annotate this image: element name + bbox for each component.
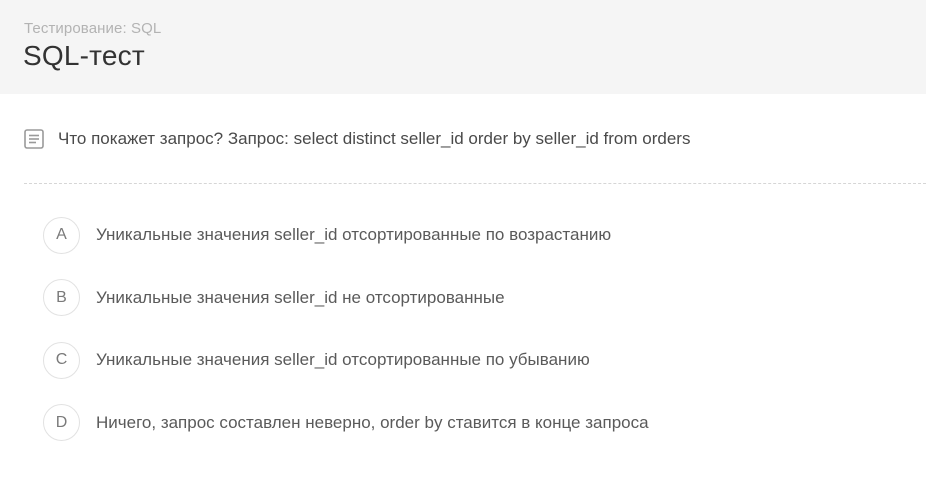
breadcrumb: Тестирование: SQL <box>24 20 162 37</box>
answer-letter-badge: C <box>43 341 80 379</box>
answer-letter-badge: B <box>43 279 80 316</box>
answer-option-c[interactable]: C Уникальные значения seller_id отсортир… <box>43 340 649 380</box>
question: Что покажет запрос? Запрос: select disti… <box>24 128 690 150</box>
question-list-icon <box>24 129 44 149</box>
answer-letter-badge: A <box>43 216 80 254</box>
answer-list: A Уникальные значения seller_id отсортир… <box>43 215 649 465</box>
answer-option-d[interactable]: D Ничего, запрос составлен неверно, orde… <box>43 403 649 443</box>
answer-text: Уникальные значения seller_id отсортиров… <box>96 225 612 244</box>
answer-letter-badge: D <box>43 404 80 441</box>
question-text: Что покажет запрос? Запрос: select disti… <box>58 129 691 148</box>
answer-text: Уникальные значения seller_id отсортиров… <box>96 350 590 369</box>
answer-option-a[interactable]: A Уникальные значения seller_id отсортир… <box>43 215 649 255</box>
divider <box>24 183 926 184</box>
answer-text: Ничего, запрос составлен неверно, order … <box>96 412 649 432</box>
page-header: Тестирование: SQL SQL-тест <box>0 0 926 94</box>
page-title: SQL-тест <box>23 40 145 71</box>
answer-text: Уникальные значения seller_id не отсорти… <box>96 287 505 307</box>
answer-option-b[interactable]: B Уникальные значения seller_id не отсор… <box>43 278 649 318</box>
